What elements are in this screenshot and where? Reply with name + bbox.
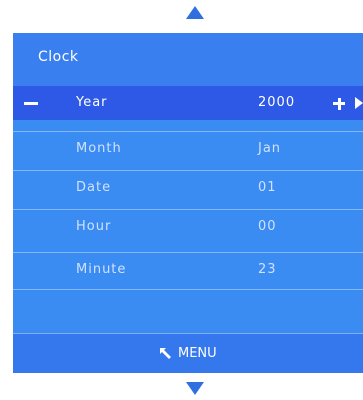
minus-icon[interactable] <box>24 102 38 105</box>
menu-row-date[interactable]: Date 01 <box>13 170 363 204</box>
row-label: Month <box>76 141 122 156</box>
scroll-up-arrow-icon[interactable] <box>186 6 204 19</box>
menu-row-year[interactable]: Year 2000 <box>13 86 363 120</box>
panel-title: Clock <box>38 49 79 65</box>
scroll-down-arrow-icon[interactable] <box>186 382 204 395</box>
panel-header: Clock <box>13 33 363 86</box>
row-label: Hour <box>76 219 112 234</box>
row-value: 23 <box>258 262 277 277</box>
panel-footer: MENU <box>13 333 363 373</box>
row-label: Year <box>76 95 108 110</box>
row-value: 00 <box>258 219 277 234</box>
plus-icon-vertical <box>337 97 341 110</box>
menu-row-hour[interactable]: Hour 00 <box>13 209 363 243</box>
triangle-right-icon[interactable] <box>355 97 363 109</box>
return-arrow-icon <box>160 348 171 359</box>
menu-return-button[interactable]: MENU <box>159 346 217 361</box>
menu-label: MENU <box>178 346 217 361</box>
menu-row-empty <box>13 289 363 323</box>
row-value: Jan <box>258 141 282 156</box>
row-value: 01 <box>258 180 277 195</box>
menu-row-minute[interactable]: Minute 23 <box>13 252 363 286</box>
row-label: Minute <box>76 262 127 277</box>
menu-row-month[interactable]: Month Jan <box>13 131 363 165</box>
row-value: 2000 <box>258 95 296 110</box>
clock-menu-panel: Clock Year 2000 Month Jan Date 01 Hour 0… <box>13 33 363 373</box>
osd-screen: Clock Year 2000 Month Jan Date 01 Hour 0… <box>0 0 363 400</box>
row-label: Date <box>76 180 112 195</box>
